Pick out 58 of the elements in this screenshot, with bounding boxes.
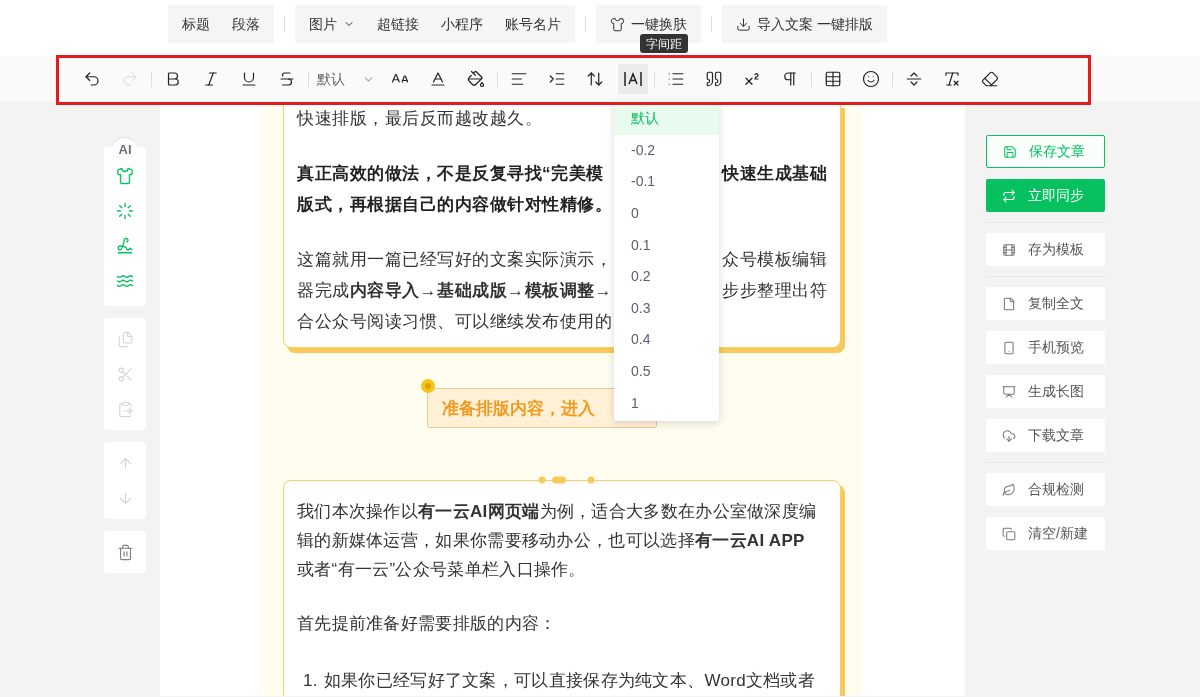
paragraph-text: 快速生成基础 <box>722 162 827 185</box>
paragraph-text: 版式，再根据自己的内容做针对性精修。 <box>297 193 612 216</box>
menu-item[interactable]: 0.5 <box>614 355 719 388</box>
toolbar-button[interactable]: 段落 <box>224 9 268 39</box>
action-button[interactable]: 手机预览 <box>986 331 1105 364</box>
phone-icon <box>1002 340 1016 355</box>
sync-icon <box>1002 188 1016 203</box>
paragraph-text: 众号模板编辑 <box>722 248 827 271</box>
action-button[interactable]: 合规检测 <box>986 473 1105 506</box>
action-button[interactable]: 生成长图 <box>986 375 1105 408</box>
action-button[interactable]: 复制全文 <box>986 287 1105 320</box>
toolbar-button[interactable]: 图片 <box>301 9 363 39</box>
font-select[interactable]: 默认 <box>315 64 377 94</box>
dots-drawing <box>537 474 597 486</box>
paragraph-text: 合公众号阅读习惯、可以继续发布使用的 <box>297 310 612 333</box>
list-number: 1. <box>303 670 318 692</box>
cloud-download-icon <box>1002 428 1016 443</box>
menu-item[interactable]: 0.3 <box>614 292 719 325</box>
toolbar-button[interactable]: 超链接 <box>369 9 427 39</box>
shirt-icon <box>610 16 625 32</box>
flower-icon <box>420 378 436 394</box>
template-icon <box>1002 242 1016 257</box>
paste-icon <box>116 400 134 418</box>
toolbar-button[interactable]: 标题 <box>174 9 218 39</box>
save-icon <box>1003 144 1017 159</box>
paragraph-text: 真正高效的做法，不是反复寻找“完美模 <box>297 162 604 185</box>
list-item-text: 如果你已经写好了文案，可以直接保存为纯文本、Word文档或者 <box>323 670 816 692</box>
menu-item[interactable]: 0.4 <box>614 324 719 356</box>
easel-icon <box>1002 384 1016 399</box>
copy-icon <box>1002 526 1016 541</box>
menu-item[interactable]: 0.1 <box>614 229 719 261</box>
trash-icon <box>116 543 134 561</box>
paragraph-text: 我们本次操作以有一云AI网页端为例，适合大多数在办公室做深度编 辑的新媒体运营，如果你需要移动办公，也可以选择有一云AI APP 或者“有一云”公众号菜单栏入口操作。 <box>297 501 818 581</box>
action-button[interactable]: 下载文章 <box>986 419 1105 452</box>
spark-icon <box>116 202 134 220</box>
paragraph-text: 首先提前准备好需要排版的内容： <box>297 613 558 635</box>
paragraph-text: 步步整理出符 <box>722 279 827 302</box>
paragraph-text: 快速排版，最后反而越改越久。 <box>297 107 542 130</box>
copy-icon <box>116 330 134 348</box>
paragraph-text: 这篇就用一篇已经写好的文案实际演示， <box>297 248 612 271</box>
menu-item[interactable]: 0.2 <box>614 260 719 293</box>
toolbar-button[interactable]: 导入文案 一键排版 <box>728 9 881 39</box>
menu-item[interactable]: -0.1 <box>614 166 719 198</box>
action-button[interactable]: 清空/新建 <box>986 517 1105 550</box>
leaf-icon <box>1002 482 1016 497</box>
signature-icon <box>116 237 134 255</box>
scissors-icon <box>116 365 134 383</box>
toolbar-button[interactable]: 小程序 <box>433 9 491 39</box>
paragraph-text: 器完成内容导入→基础成版→模板调整→ <box>297 279 612 302</box>
shirt-icon <box>116 167 134 185</box>
tooltip: 字间距 <box>640 34 688 53</box>
action-button[interactable]: 存为模板 <box>986 233 1105 266</box>
toolbar-button[interactable]: 账号名片 <box>497 9 569 39</box>
menu-item[interactable]: 0 <box>614 197 719 230</box>
menu-item[interactable]: -0.2 <box>614 134 719 167</box>
import-icon <box>736 16 751 32</box>
file-icon <box>1002 296 1016 311</box>
waves-icon <box>116 272 134 290</box>
